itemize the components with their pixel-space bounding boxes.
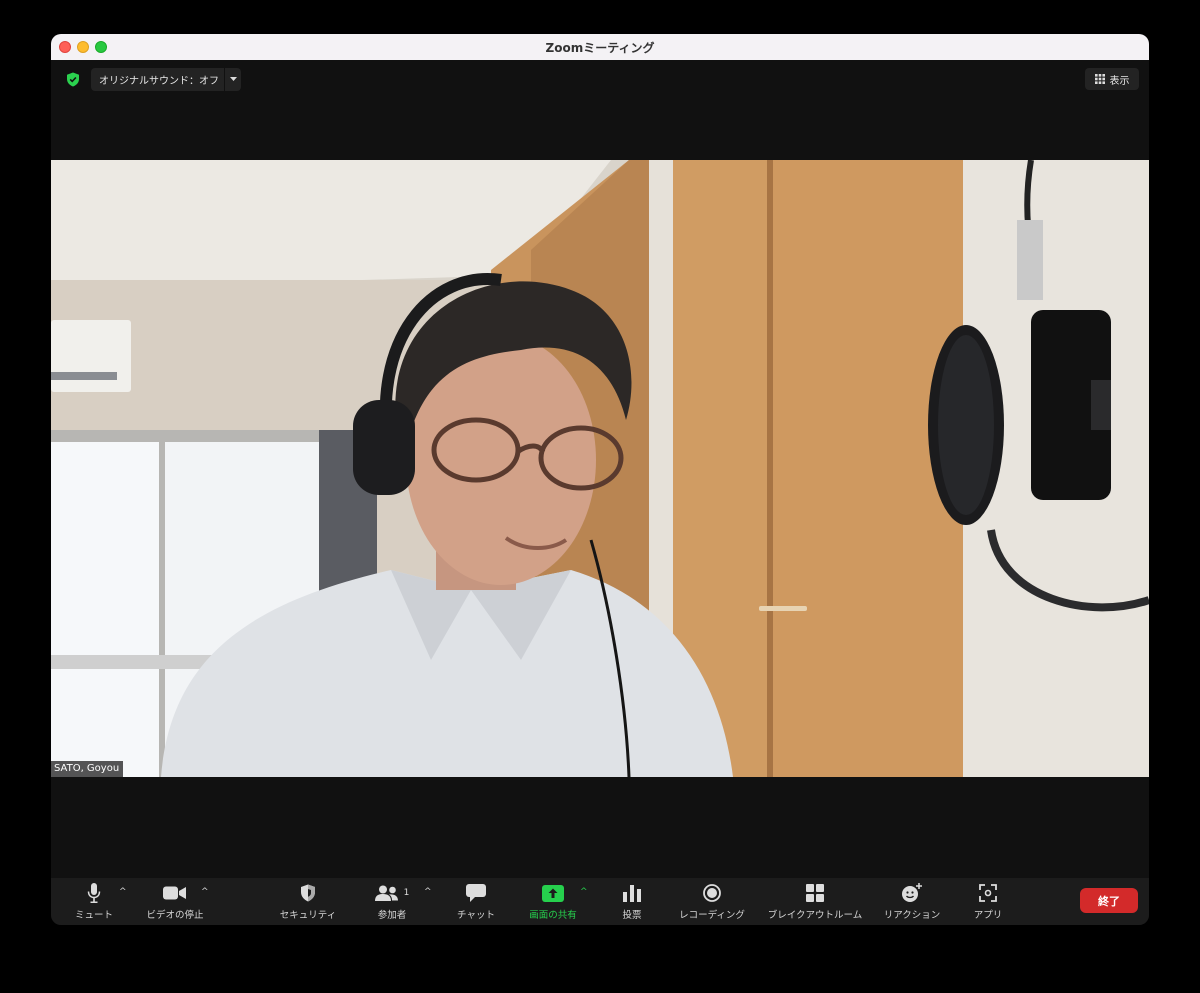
stop-video-label: ビデオの停止 <box>146 910 204 921</box>
share-options-caret-icon[interactable]: ^ <box>580 887 588 897</box>
recording-button[interactable]: レコーディング <box>674 882 750 922</box>
stop-video-button[interactable]: ビデオの停止 <box>143 882 207 922</box>
view-label: 表示 <box>1109 75 1130 87</box>
share-screen-button[interactable]: 画面の共有 <box>525 882 581 922</box>
smiley-plus-icon <box>902 883 922 902</box>
share-screen-label: 画面の共有 <box>529 910 577 921</box>
participants-label: 参加者 <box>377 910 407 921</box>
polls-button[interactable]: 投票 <box>614 882 650 922</box>
apps-label: アプリ <box>973 910 1003 921</box>
apps-button[interactable]: アプリ <box>968 882 1008 922</box>
mute-label: ミュート <box>74 910 113 921</box>
bar-chart-icon <box>623 884 641 902</box>
video-options-caret-icon[interactable]: ^ <box>201 887 209 897</box>
participant-video[interactable]: SATO, Goyou <box>51 160 1149 777</box>
participants-icon <box>374 885 398 901</box>
reactions-button[interactable]: リアクション <box>879 882 945 922</box>
participants-count: 1 <box>403 888 410 898</box>
security-button[interactable]: セキュリティ <box>277 882 339 922</box>
grid-view-icon <box>1094 74 1105 84</box>
video-camera-icon <box>163 886 186 900</box>
participant-name-tag: SATO, Goyou <box>51 761 124 777</box>
shield-icon <box>301 884 315 902</box>
original-sound-label: オリジナルサウンド：オフ <box>99 76 219 87</box>
security-label: セキュリティ <box>279 910 337 921</box>
breakout-rooms-icon <box>806 884 824 902</box>
chat-button[interactable]: チャット <box>454 882 498 922</box>
chat-bubble-icon <box>466 884 486 902</box>
audio-options-caret-icon[interactable]: ^ <box>119 887 127 897</box>
video-frame-illustration <box>51 160 1149 777</box>
original-sound-toggle[interactable]: オリジナルサウンド：オフ <box>91 68 241 91</box>
share-screen-icon <box>542 884 564 902</box>
participants-options-caret-icon[interactable]: ^ <box>424 887 432 897</box>
participants-button[interactable]: 1 参加者 <box>373 882 411 922</box>
window-title: Zoomミーティング <box>545 41 655 55</box>
chat-label: チャット <box>457 910 495 921</box>
end-meeting-button[interactable]: 終了 <box>1080 888 1138 913</box>
breakout-rooms-label: ブレイクアウトルーム <box>767 910 863 921</box>
title-bar: Zoomミーティング <box>51 34 1149 61</box>
microphone-icon <box>87 883 101 903</box>
view-button[interactable]: 表示 <box>1085 68 1139 90</box>
recording-label: レコーディング <box>679 910 745 921</box>
original-sound-dropdown-caret-icon[interactable] <box>224 68 241 91</box>
polls-label: 投票 <box>622 910 642 921</box>
reactions-label: リアクション <box>883 910 941 921</box>
encryption-shield-icon[interactable] <box>62 68 84 90</box>
meeting-top-bar: オリジナルサウンド：オフ 表示 <box>51 60 1149 160</box>
apps-icon <box>979 884 997 902</box>
breakout-rooms-button[interactable]: ブレイクアウトルーム <box>763 882 867 922</box>
video-bottom-area <box>51 777 1149 878</box>
meeting-controls-toolbar: ミュート ^ ビデオの停止 ^ セキュリティ 1 参加者 ^ チャット 画面の共… <box>51 878 1149 925</box>
mute-button[interactable]: ミュート <box>72 882 116 922</box>
record-icon <box>703 884 721 902</box>
zoom-window: Zoomミーティング オリジナルサウンド：オフ 表示 SATO, Goyou ミ… <box>51 34 1149 925</box>
